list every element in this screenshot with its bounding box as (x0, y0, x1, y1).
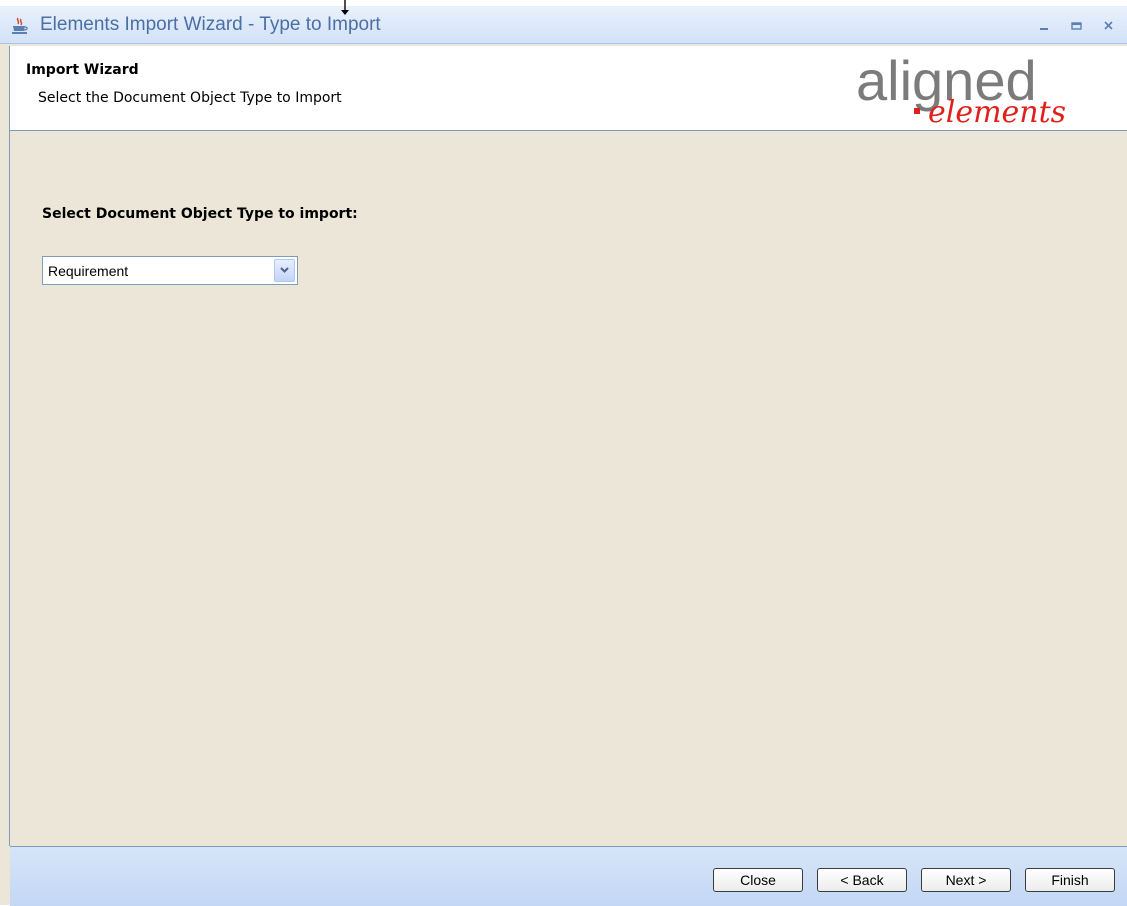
object-type-label: Select Document Object Type to import: (42, 206, 358, 222)
object-type-select[interactable]: Requirement (42, 256, 298, 285)
maximize-icon[interactable] (1068, 16, 1086, 34)
finish-button[interactable]: Finish (1025, 868, 1115, 892)
dropdown-button[interactable] (274, 259, 295, 282)
window-left-border (9, 46, 10, 846)
logo-word-elements: elements (928, 95, 1066, 128)
java-cup-icon (12, 17, 28, 34)
close-icon[interactable] (1101, 16, 1119, 34)
aligned-elements-logo: aligned elements (856, 52, 1066, 128)
logo-red-dot (914, 108, 920, 114)
close-button[interactable]: Close (713, 868, 803, 892)
chevron-down-icon (280, 267, 289, 273)
import-wizard-window: Elements Import Wizard - Type to Import … (0, 6, 1127, 906)
minimize-icon[interactable] (1036, 16, 1054, 34)
wizard-header: Import Wizard Select the Document Object… (10, 46, 1127, 131)
object-type-selected-value: Requirement (48, 263, 129, 279)
next-button[interactable]: Next > (921, 868, 1011, 892)
title-bar[interactable]: Elements Import Wizard - Type to Import (0, 6, 1127, 44)
wizard-footer: Close < Back Next > Finish (10, 846, 1127, 906)
wizard-subtitle: Select the Document Object Type to Impor… (38, 90, 342, 106)
window-title: Elements Import Wizard - Type to Import (40, 14, 381, 35)
wizard-title: Import Wizard (26, 62, 139, 78)
mouse-cursor-icon (341, 0, 349, 15)
back-button[interactable]: < Back (817, 868, 907, 892)
